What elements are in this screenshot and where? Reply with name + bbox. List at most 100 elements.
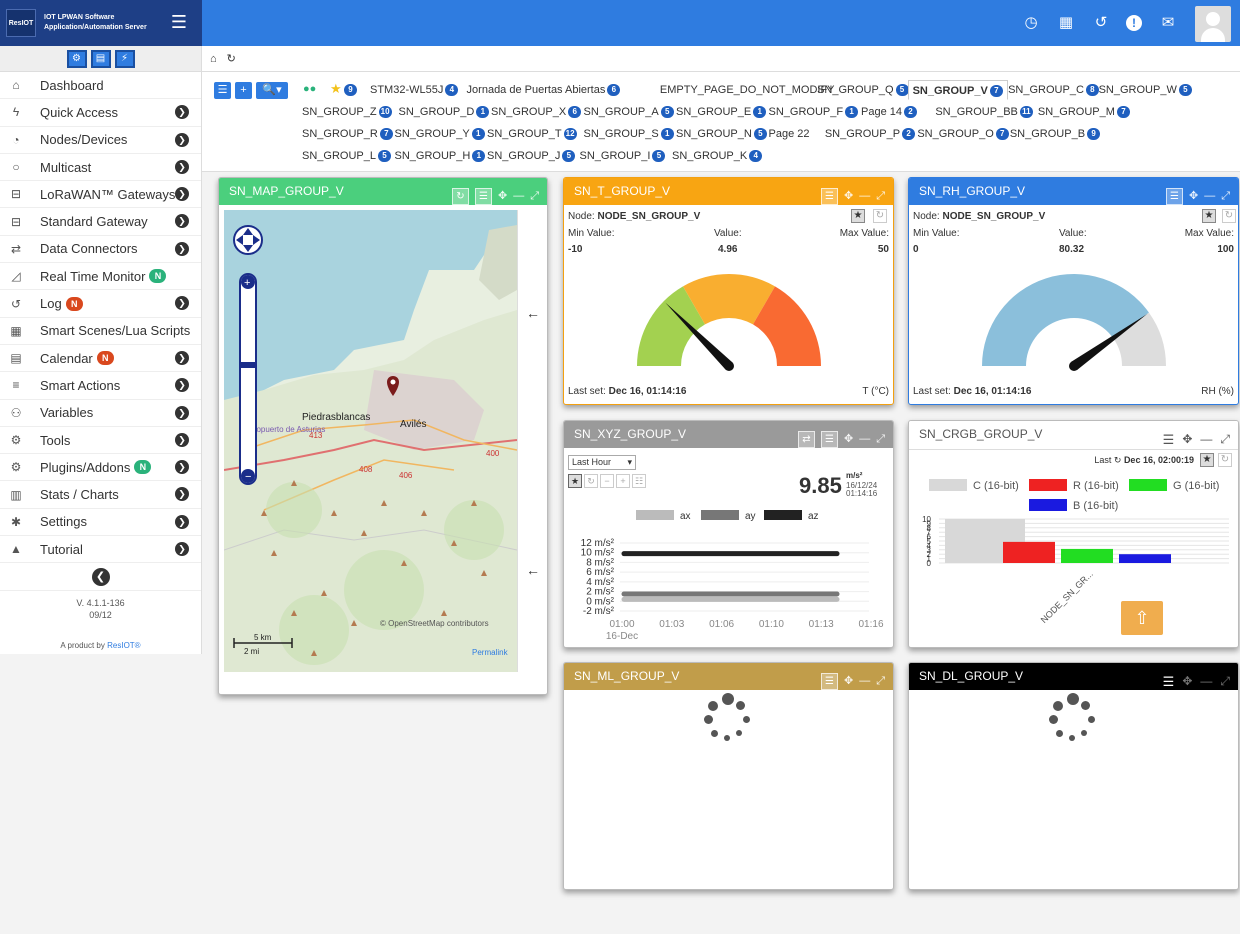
sidebar-item-standard-gateway[interactable]: ⊟ Standard Gateway ❯ <box>0 208 201 236</box>
menu-icon[interactable]: ☰ <box>1163 668 1175 695</box>
chevron-right-icon[interactable]: ❯ <box>175 378 189 393</box>
star-icon[interactable]: ★ <box>851 209 865 223</box>
home-icon[interactable]: ⌂ <box>210 53 217 65</box>
resiot-link[interactable]: ResIOT® <box>107 641 140 650</box>
chevron-right-icon[interactable]: ❯ <box>175 187 189 202</box>
tab-sn-group-o[interactable]: SN_GROUP_O 7 <box>917 124 1009 144</box>
tab-sn-group-h[interactable]: SN_GROUP_H 1 <box>395 146 486 166</box>
tab-stm32-wl55j[interactable]: STM32-WL55J 4 <box>370 80 459 100</box>
chevron-right-icon[interactable]: ❯ <box>175 542 189 557</box>
tab-empty-page-do-not-modify[interactable]: EMPTY_PAGE_DO_NOT_MODIFY <box>660 80 835 100</box>
tab-page-14[interactable]: Page 14 2 <box>861 102 917 122</box>
arrow-left-icon[interactable]: ← <box>526 562 540 578</box>
minimize-icon[interactable]: — <box>1204 183 1215 210</box>
sidebar-item-quick-access[interactable]: ϟ Quick Access ❯ <box>0 99 201 127</box>
chevron-right-icon[interactable]: ❯ <box>175 432 189 447</box>
chevron-right-icon[interactable]: ❯ <box>175 405 189 420</box>
tab-sn-group-s[interactable]: SN_GROUP_S 1 <box>584 124 674 144</box>
settings-shortcut-button[interactable]: ⚙ <box>66 49 87 68</box>
users-icon[interactable]: ●● <box>303 83 316 95</box>
tab-sn-group-c[interactable]: SN_GROUP_C 8 <box>1008 80 1099 100</box>
tab-sn-group-a[interactable]: SN_GROUP_A 5 <box>584 102 674 122</box>
user-avatar[interactable] <box>1195 6 1231 42</box>
move-icon[interactable]: ✥ <box>844 668 853 695</box>
film-icon[interactable]: ▦ <box>1053 10 1079 36</box>
chevron-right-icon[interactable]: ❯ <box>175 514 189 529</box>
expand-icon[interactable]: ⤢ <box>876 668 885 695</box>
move-icon[interactable]: ✥ <box>1189 183 1198 210</box>
star-icon[interactable]: ★ <box>1200 453 1214 467</box>
refresh-icon[interactable]: ↻ <box>451 188 469 205</box>
refresh-icon[interactable]: ↻ <box>1222 209 1236 223</box>
swap-icon[interactable]: ⇄ <box>797 431 815 448</box>
sidebar-item-log[interactable]: ↺ Log N ❯ <box>0 290 201 318</box>
sidebar-item-real-time-monitor[interactable]: ◿ Real Time Monitor N <box>0 263 201 291</box>
tab-jornada-de-puertas-abiertas[interactable]: Jornada de Puertas Abiertas 6 <box>467 80 621 100</box>
expand-icon[interactable]: ⤢ <box>1221 183 1230 210</box>
tab-sn-group-j[interactable]: SN_GROUP_J 5 <box>487 146 576 166</box>
move-icon[interactable]: ✥ <box>498 183 507 210</box>
refresh-icon[interactable]: ↻ <box>227 52 236 65</box>
minimize-icon[interactable]: — <box>859 668 870 695</box>
tab-sn-group-x[interactable]: SN_GROUP_X 6 <box>491 102 582 122</box>
menu-icon[interactable]: ☰ <box>820 431 838 448</box>
resiot-logo[interactable]: ResIOT <box>6 9 36 37</box>
expand-icon[interactable]: ⤢ <box>530 183 539 210</box>
chevron-right-icon[interactable]: ❯ <box>175 159 189 174</box>
sidebar-item-data-connectors[interactable]: ⇄ Data Connectors ❯ <box>0 236 201 264</box>
favorites-star-icon[interactable]: ★ <box>330 81 342 97</box>
tab-sn-group-w[interactable]: SN_GROUP_W 5 <box>1099 80 1192 100</box>
tab-menu-button[interactable]: ☰ <box>214 82 231 99</box>
chevron-right-icon[interactable]: ❯ <box>175 132 189 147</box>
history-icon[interactable]: ↺ <box>1088 10 1114 36</box>
sidebar-item-plugins-addons[interactable]: ⚙ Plugins/Addons N ❯ <box>0 454 201 482</box>
sidebar-item-smart-scenes-lua-scripts[interactable]: ▦ Smart Scenes/Lua Scripts <box>0 318 201 345</box>
star-icon[interactable]: ★ <box>568 474 582 488</box>
tab-sn-group-p[interactable]: SN_GROUP_P 2 <box>825 124 916 144</box>
minimize-icon[interactable]: — <box>513 183 524 210</box>
menu-toggle-icon[interactable]: ☰ <box>168 12 190 32</box>
minimize-icon[interactable]: — <box>1200 668 1212 695</box>
zoom-in-icon[interactable]: + <box>616 474 630 488</box>
sidebar-item-variables[interactable]: ⚇ Variables ❯ <box>0 400 201 427</box>
zoom-out-icon[interactable]: − <box>600 474 614 488</box>
sidebar-item-nodes-devices[interactable]: ◔ Nodes/Devices ❯ <box>0 127 201 154</box>
scroll-top-button[interactable]: ⇧ <box>1121 601 1163 635</box>
plugin-shortcut-button[interactable]: ⚡ <box>114 49 135 68</box>
expand-icon[interactable]: ⤢ <box>1220 668 1230 695</box>
expand-icon[interactable]: ⤢ <box>876 426 885 453</box>
tab-sn-group-n[interactable]: SN_GROUP_N 5 <box>676 124 767 144</box>
tab-sn-group-m[interactable]: SN_GROUP_M 7 <box>1038 102 1130 122</box>
arrow-left-icon[interactable]: ← <box>526 305 540 321</box>
tab-sn-group-b[interactable]: SN_GROUP_B 9 <box>1010 124 1101 144</box>
menu-icon[interactable]: ☰ <box>474 188 492 205</box>
star-icon[interactable]: ★ <box>1202 209 1216 223</box>
sidebar-item-tutorial[interactable]: ▲ Tutorial ❯ <box>0 536 201 564</box>
clock-icon[interactable]: ◷ <box>1018 10 1044 36</box>
minimize-icon[interactable]: — <box>859 426 870 453</box>
menu-icon[interactable]: ☰ <box>820 188 838 205</box>
chevron-right-icon[interactable]: ❯ <box>175 241 189 256</box>
chevron-right-icon[interactable]: ❯ <box>175 296 189 311</box>
tab-sn-group-k[interactable]: SN_GROUP_K 4 <box>672 146 763 166</box>
gateway-shortcut-button[interactable]: ▤ <box>90 49 111 68</box>
menu-icon[interactable]: ☰ <box>1165 188 1183 205</box>
range-select[interactable]: Last Hour ▾ <box>568 455 636 470</box>
envelope-icon[interactable]: ✉ <box>1155 10 1181 36</box>
sidebar-item-dashboard[interactable]: ⌂ Dashboard <box>0 72 201 100</box>
sidebar-item-stats-charts[interactable]: ▥ Stats / Charts ❯ <box>0 481 201 509</box>
osm-map[interactable]: Piedrasblancas Avilés Aeropuerto de Astu… <box>224 210 517 672</box>
sitemap-icon[interactable]: ☷ <box>632 474 646 488</box>
chevron-right-icon[interactable]: ❯ <box>175 105 189 120</box>
tab-sn-group-q[interactable]: SN_GROUP_Q 5 <box>817 80 909 100</box>
sidebar-item-calendar[interactable]: ▤ Calendar N ❯ <box>0 345 201 373</box>
chevron-right-icon[interactable]: ❯ <box>175 487 189 502</box>
sidebar-item-multicast[interactable]: ○ Multicast ❯ <box>0 154 201 182</box>
expand-icon[interactable]: ⤢ <box>876 183 885 210</box>
move-icon[interactable]: ✥ <box>844 426 853 453</box>
chevron-right-icon[interactable]: ❯ <box>175 350 189 365</box>
chevron-right-icon[interactable]: ❯ <box>175 214 189 229</box>
refresh-icon[interactable]: ↻ <box>1218 453 1232 467</box>
menu-icon[interactable]: ☰ <box>820 673 838 690</box>
refresh-icon[interactable]: ↻ <box>584 474 598 488</box>
